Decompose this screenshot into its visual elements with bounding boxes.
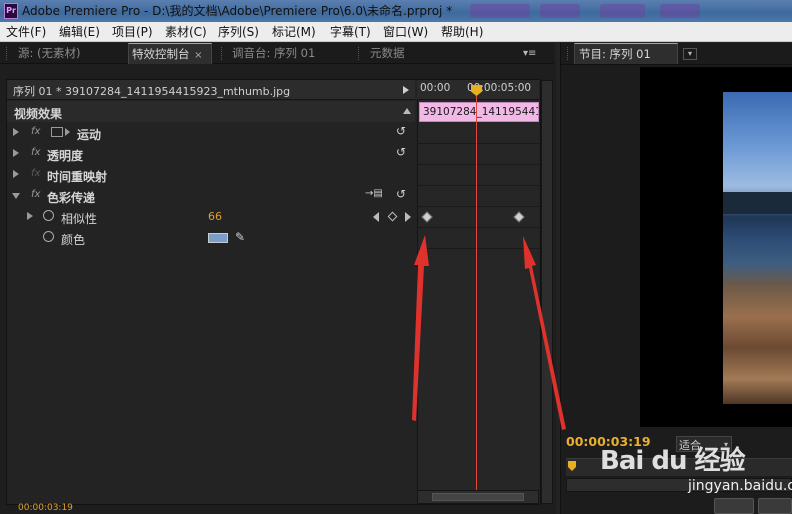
watermark-url: jingyan.baidu.com [688,478,792,494]
video-effects-header: 视频效果 [7,101,415,122]
timeline-row-divider [417,164,539,165]
scrollbar-thumb[interactable] [432,493,524,501]
title-bar-glass [660,4,700,18]
tab-audio-mixer[interactable]: 调音台: 序列 01 [228,43,319,64]
horizontal-scrollbar[interactable] [417,490,539,504]
tab-close-icon[interactable]: × [194,50,202,61]
tab-effect-controls[interactable]: 特效控制台 × [128,43,212,64]
timeline-row-divider [417,185,539,186]
tab-source[interactable]: 源: (无素材) [14,43,85,64]
tab-grip[interactable] [567,47,569,60]
fx-toggle-icon[interactable]: fx [31,147,40,158]
fx-toggle-icon[interactable]: fx [31,126,40,137]
menu-title[interactable]: 字幕(T) [330,24,371,40]
program-tab-bar: 节目: 序列 01 ▾ [561,43,792,65]
baidu-watermark: Bai du 经验 jingyan.baidu.com [600,440,792,494]
tab-grip[interactable] [221,47,223,60]
effect-name: 时间重映射 [47,170,108,184]
similarity-value[interactable]: 66 [208,210,222,223]
effect-row-opacity[interactable]: fx 透明度 ↺ [7,143,415,164]
video-effects-label: 视频效果 [14,107,63,121]
stopwatch-icon[interactable] [43,210,54,221]
program-button-bar [566,496,792,514]
tab-program[interactable]: 节目: 序列 01 [574,43,678,64]
motion-arrow-icon [65,128,70,136]
watermark-logo: Bai du 经验 [600,446,745,476]
reset-icon[interactable]: ↺ [396,146,409,158]
menu-window[interactable]: 窗口(W) [383,24,428,40]
window-title: Adobe Premiere Pro - D:\我的文档\Adobe\Premi… [22,4,453,18]
timeline-row-divider [417,248,539,249]
color-swatch[interactable] [208,233,228,243]
effect-row-color-pass[interactable]: fx 色彩传递 →▤ ↺ [7,185,415,206]
expand-triangle-icon[interactable] [27,212,33,220]
effect-name: 透明度 [47,149,84,163]
property-name: 颜色 [61,233,86,247]
panel-menu-icon[interactable]: ▾≡ [519,43,540,64]
show-timeline-play-icon[interactable] [403,86,409,94]
eyedropper-icon[interactable]: ✎ [235,230,245,244]
stopwatch-icon[interactable] [43,231,54,242]
bottom-status: 00:00:03:19 [0,503,556,514]
title-bar-glass [540,4,580,18]
effect-name: 运动 [77,128,102,142]
menu-sequence[interactable]: 序列(S) [218,24,259,40]
collapse-up-icon[interactable] [403,108,411,114]
add-keyframe-icon[interactable] [387,211,398,222]
reset-icon[interactable]: ↺ [396,125,409,137]
property-row-similarity[interactable]: 相似性 66 [7,206,415,227]
previous-keyframe-icon[interactable] [373,212,379,222]
property-name: 相似性 [61,212,98,226]
fx-toggle-icon[interactable]: fx [31,189,40,200]
preview-island [723,192,792,214]
effect-row-time-remapping[interactable]: fx 时间重映射 [7,164,415,185]
tab-effect-controls-label: 特效控制台 [132,47,190,61]
expand-triangle-icon[interactable] [13,128,19,136]
playhead-line [476,92,477,490]
current-timecode[interactable]: 00:00:03:19 [18,503,73,513]
preview-image [723,92,792,404]
reset-icon[interactable]: ↺ [396,188,409,200]
sequence-clip-row: 序列 01 * 39107284_1411954415923_mthumb.jp… [7,80,415,100]
in-point-button[interactable] [758,498,792,514]
vertical-scrollbar[interactable] [541,80,553,504]
marker-button[interactable] [714,498,754,514]
keyframe-timeline-area[interactable] [417,100,539,490]
timeline-row-divider [417,206,539,207]
tab-grip[interactable] [6,47,8,60]
sequence-clip-label: 序列 01 * 39107284_1411954415923_mthumb.jp… [13,85,291,98]
menu-bar: 文件(F) 编辑(E) 项目(P) 素材(C) 序列(S) 标记(M) 字幕(T… [0,22,792,42]
menu-project[interactable]: 项目(P) [112,24,153,40]
effect-row-motion[interactable]: fx 运动 ↺ [7,122,415,143]
left-tab-bar: 源: (无素材) 特效控制台 × 调音台: 序列 01 元数据 ▾≡ [0,43,554,64]
dropdown-arrow-icon[interactable]: ▾ [683,48,697,60]
tab-metadata[interactable]: 元数据 [366,43,409,64]
clip-bar[interactable]: 39107284_1411954415923_mthumb.jpg [419,102,539,122]
transform-box-icon[interactable] [51,127,63,137]
tab-grip[interactable] [358,47,360,60]
property-row-color[interactable]: 颜色 ✎ [7,227,415,248]
clip-name: 39107284_1411954415923_mthumb.jpg [423,106,538,118]
title-bar-glass [470,4,530,18]
expand-triangle-icon[interactable] [13,149,19,157]
timeline-row-divider [417,143,539,144]
effect-settings-icon[interactable]: →▤ [365,188,383,199]
title-bar-glass [600,4,645,18]
fx-toggle-icon: fx [31,168,41,179]
ruler-start-timecode: 00:00 [420,82,451,94]
menu-edit[interactable]: 编辑(E) [59,24,100,40]
menu-file[interactable]: 文件(F) [6,24,46,40]
menu-help[interactable]: 帮助(H) [441,24,483,40]
effect-name: 色彩传递 [47,191,96,205]
program-playhead[interactable] [568,461,576,471]
expand-triangle-icon[interactable] [13,170,19,178]
next-keyframe-icon[interactable] [405,212,411,222]
collapse-triangle-icon[interactable] [12,193,20,199]
menu-marker[interactable]: 标记(M) [272,24,316,40]
title-bar: Pr Adobe Premiere Pro - D:\我的文档\Adobe\Pr… [0,0,792,22]
premiere-app-icon: Pr [4,3,18,19]
timeline-row-divider [417,227,539,228]
menu-clip[interactable]: 素材(C) [165,24,207,40]
